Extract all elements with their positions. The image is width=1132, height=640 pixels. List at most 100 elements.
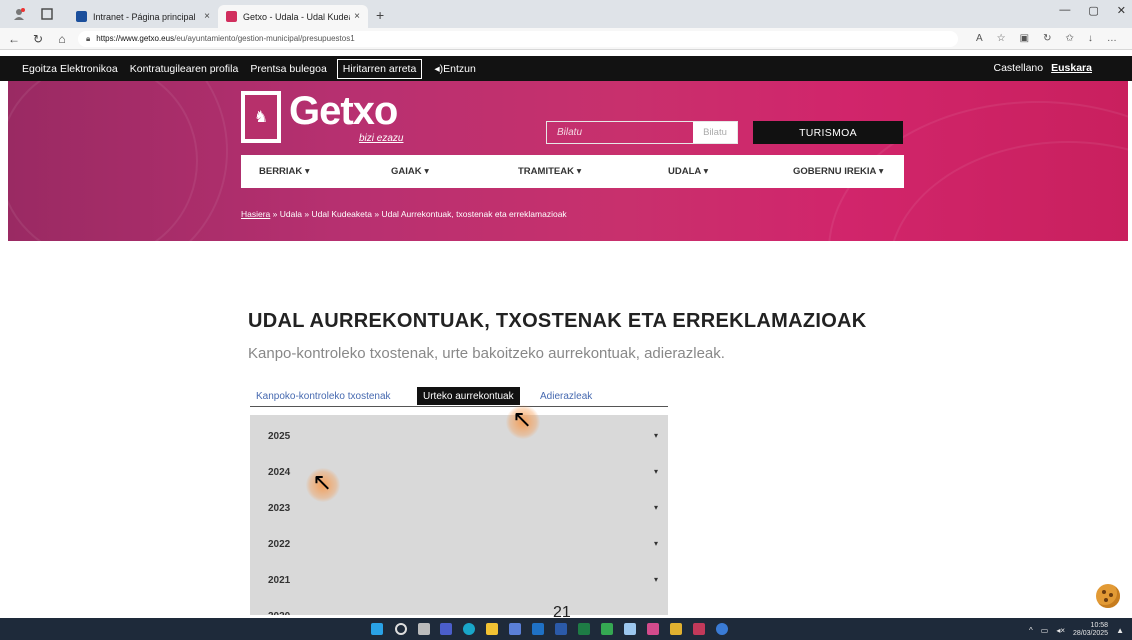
- tab-intranet[interactable]: Intranet - Página principal ×: [68, 5, 218, 28]
- app-icon[interactable]: [601, 623, 613, 635]
- crest-icon: ♞: [241, 91, 281, 143]
- edge-icon[interactable]: [463, 623, 475, 635]
- turismoa-button[interactable]: TURISMOA: [753, 121, 903, 144]
- search-input[interactable]: [547, 122, 693, 143]
- tab-kanpoko-kontrol[interactable]: Kanpoko-kontroleko txostenak: [250, 387, 397, 405]
- prentsa-link[interactable]: Prentsa bulegoa: [250, 63, 326, 75]
- minimize-button[interactable]: —: [1059, 4, 1070, 17]
- close-icon[interactable]: ×: [354, 11, 360, 22]
- lang-castellano[interactable]: Castellano: [994, 62, 1044, 74]
- chevron-down-icon: ▾: [653, 575, 658, 584]
- refresh-icon[interactable]: ↻: [28, 32, 48, 46]
- cookie-settings-icon[interactable]: [1096, 584, 1120, 608]
- search-box: Bilatu: [546, 121, 738, 144]
- edge-favicon-icon: [76, 11, 87, 22]
- year-row-2022[interactable]: 2022 ▾: [250, 525, 668, 561]
- system-tray: ^ ▭ ◂× 10:58 28/03/2025 ▲: [1029, 622, 1124, 638]
- clock[interactable]: 10:58 28/03/2025: [1073, 622, 1108, 638]
- nav-udala[interactable]: UDALA ▾: [668, 166, 708, 177]
- outlook-icon[interactable]: [532, 623, 544, 635]
- breadcrumb-udala[interactable]: Udala: [280, 209, 302, 219]
- listen-label: Entzun: [443, 62, 476, 75]
- more-icon[interactable]: …: [1107, 33, 1117, 44]
- year-label: 2024: [268, 467, 291, 478]
- download-icon[interactable]: ↓: [1088, 33, 1093, 44]
- year-row-2021[interactable]: 2021 ▾: [250, 561, 668, 597]
- tab-adierazleak[interactable]: Adierazleak: [534, 387, 598, 405]
- header-banner: ♞ Getxo bizi ezazu Bilatu TURISMOA BERRI…: [8, 81, 1128, 241]
- close-window-button[interactable]: ✕: [1117, 4, 1126, 17]
- restore-button[interactable]: ▢: [1088, 4, 1098, 17]
- nav-berriak[interactable]: BERRIAK ▾: [259, 166, 310, 177]
- year-row-2020[interactable]: 2020: [250, 597, 668, 615]
- breadcrumb-udal-kudeaketa[interactable]: Udal Kudeaketa: [311, 209, 372, 219]
- file-explorer-icon[interactable]: [486, 623, 498, 635]
- profile-icon[interactable]: [10, 5, 28, 23]
- year-row-2025[interactable]: 2025 ▾: [250, 417, 668, 453]
- nav-tramiteak[interactable]: TRAMITEAK ▾: [518, 166, 581, 177]
- chevron-down-icon: ▾: [703, 166, 709, 177]
- year-label: 2023: [268, 503, 291, 514]
- app-icon[interactable]: [716, 623, 728, 635]
- network-icon[interactable]: ▭: [1041, 626, 1049, 635]
- app-icon[interactable]: [693, 623, 705, 635]
- volume-icon[interactable]: ◂×: [1056, 626, 1065, 635]
- tab-actions-icon[interactable]: [38, 5, 56, 23]
- clock-time: 10:58: [1090, 622, 1109, 629]
- extension-icon[interactable]: ▣: [1020, 33, 1029, 44]
- start-icon[interactable]: [371, 623, 383, 635]
- lang-euskara[interactable]: Euskara: [1051, 62, 1092, 74]
- app-icon[interactable]: [509, 623, 521, 635]
- hiritarren-arreta-button[interactable]: Hiritarren arreta: [336, 58, 423, 79]
- paint-icon[interactable]: [647, 623, 659, 635]
- tab-urteko-aurrekontuak[interactable]: Urteko aurrekontuak: [417, 387, 520, 405]
- search-icon[interactable]: [395, 623, 407, 635]
- app-icon[interactable]: [670, 623, 682, 635]
- nav-gaiak[interactable]: GAIAK ▾: [391, 166, 429, 177]
- browser-toolbar: A ☆ ▣ ↻ ✩ ↓ …: [976, 33, 1117, 44]
- refresh-page-icon[interactable]: ↻: [1043, 33, 1051, 44]
- tab-title: Intranet - Página principal: [93, 11, 196, 22]
- notepad-icon[interactable]: [624, 623, 636, 635]
- egoitza-link[interactable]: Egoitza Elektronikoa: [22, 63, 118, 75]
- getxo-logo[interactable]: ♞ Getxo bizi ezazu: [241, 89, 411, 149]
- nav-label: BERRIAK: [259, 166, 303, 177]
- favorites-icon[interactable]: ✩: [1065, 33, 1073, 44]
- nav-label: TRAMITEAK: [518, 166, 574, 177]
- getxo-favicon-icon: [226, 11, 237, 22]
- year-label: 2022: [268, 539, 291, 550]
- task-view-icon[interactable]: [418, 623, 430, 635]
- tab-title: Getxo - Udala - Udal Kudeaketa: [243, 11, 350, 22]
- close-icon[interactable]: ×: [204, 11, 210, 22]
- year-label: 2020: [268, 611, 290, 615]
- lock-icon: 🔒︎: [86, 33, 91, 43]
- breadcrumb-home[interactable]: Hasiera: [241, 209, 270, 219]
- new-tab-button[interactable]: +: [376, 7, 384, 23]
- chevron-up-icon[interactable]: ^: [1029, 626, 1033, 635]
- chevron-down-icon: ▾: [304, 166, 310, 177]
- listen-button[interactable]: ◂)Entzun: [434, 63, 475, 75]
- year-label: 2025: [268, 431, 291, 442]
- main-nav: BERRIAK ▾ GAIAK ▾ TRAMITEAK ▾ UDALA ▾ GO…: [241, 155, 904, 188]
- nav-label: UDALA: [668, 166, 701, 177]
- back-icon[interactable]: ←: [4, 32, 24, 46]
- browser-tab-bar: Intranet - Página principal × Getxo - Ud…: [0, 0, 1132, 28]
- notification-icon[interactable]: ▲: [1116, 626, 1124, 635]
- excel-icon[interactable]: [578, 623, 590, 635]
- home-icon[interactable]: ⌂: [52, 32, 72, 46]
- logo-tagline: bizi ezazu: [359, 133, 404, 144]
- favorite-star-icon[interactable]: ☆: [997, 33, 1006, 44]
- url-field[interactable]: 🔒︎ https://www.getxo.eus/eu/ayuntamiento…: [78, 30, 958, 47]
- nav-gobernu-irekia[interactable]: GOBERNU IREKIA ▾: [793, 166, 883, 177]
- word-icon[interactable]: [555, 623, 567, 635]
- chat-icon[interactable]: [440, 623, 452, 635]
- kontratugile-link[interactable]: Kontratugilearen profila: [130, 63, 239, 75]
- window-controls: — ▢ ✕: [1059, 4, 1126, 17]
- breadcrumb-sep: »: [304, 209, 310, 219]
- tab-getxo[interactable]: Getxo - Udala - Udal Kudeaketa ×: [218, 5, 368, 28]
- url-host: https://www.getxo.eus: [96, 34, 175, 43]
- read-aloud-icon[interactable]: A: [976, 33, 983, 44]
- search-button[interactable]: Bilatu: [693, 122, 737, 143]
- year-label: 2021: [268, 575, 291, 586]
- years-accordion: 2025 ▾ 2024 ▾ 2023 ▾ 2022 ▾ 2021 ▾ 2020: [250, 415, 668, 615]
